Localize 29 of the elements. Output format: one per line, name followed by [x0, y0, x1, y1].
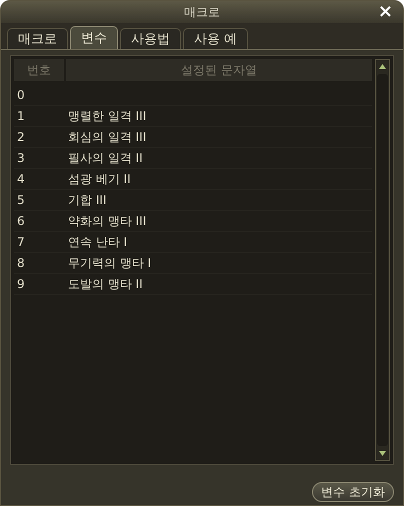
table-cell-text: 4 [16, 171, 26, 188]
window-title: 매크로 [184, 4, 220, 21]
table-cell-text: 약화의 맹타 III [67, 213, 146, 230]
table-cell-text: 맹렬한 일격 III [67, 108, 146, 125]
table-cell-text: 3 [16, 150, 26, 167]
table-cell-text: 무기력의 맹타 I [67, 255, 152, 272]
table-cell-text: 도발의 맹타 II [67, 276, 143, 293]
tab[interactable]: 사용법 [120, 28, 181, 50]
table-cell-text: 0 [16, 87, 26, 104]
reset-variables-button[interactable]: 변수 초기화 [312, 482, 394, 502]
table-cell-text: 기합 III [67, 192, 106, 209]
column-header: 번호 [14, 59, 64, 81]
column-header: 설정된 문자열 [66, 59, 372, 81]
table-cell-text: 섬광 베기 II [67, 171, 131, 188]
table-cell-text: 5 [16, 192, 26, 209]
tab[interactable]: 사용 예 [183, 28, 248, 50]
table-cell-text: 연속 난타 I [67, 234, 128, 251]
table-cell-text: 8 [16, 255, 26, 272]
table-cell-text: 7 [16, 234, 26, 251]
scrollbar[interactable] [375, 59, 390, 461]
table-cell-text: 6 [16, 213, 26, 230]
table-cell-text: 회심의 일격 III [67, 129, 146, 146]
table-cell-text: 1 [16, 108, 26, 125]
close-button[interactable]: × [378, 3, 393, 21]
table-cell-text: 필사의 일격 II [67, 150, 143, 167]
tab[interactable]: 매크로 [7, 28, 68, 50]
table-cell-text: 9 [16, 276, 26, 293]
table-cell-text: 2 [16, 129, 26, 146]
tab[interactable]: 변수 [70, 26, 118, 50]
